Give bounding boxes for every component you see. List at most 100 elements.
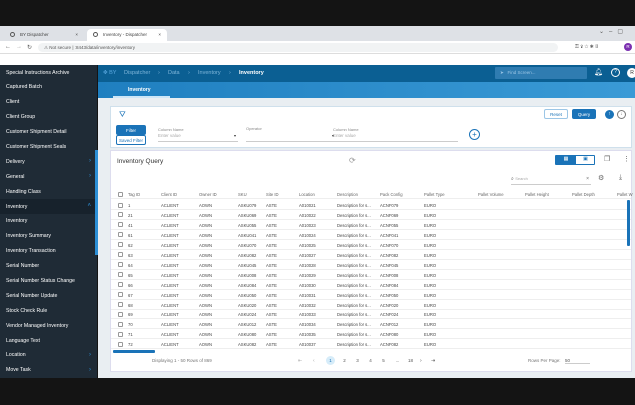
reset-button[interactable]: Reset [544,109,568,119]
breadcrumb-data[interactable]: Data [168,70,180,76]
sidebar-item[interactable]: General › [0,169,97,184]
row-checkbox[interactable] [118,341,123,347]
table-row[interactable]: 1 ACLIENT AOWN ASKU079 ASTE A010021 Descriptio… [111,200,631,210]
column-header[interactable]: Owner ID [199,192,217,197]
table-row[interactable]: 66 ACLIENT AOWN ASKU084 ASTE A010030 Descripti… [111,280,631,290]
column-header[interactable]: Tag ID [128,192,140,197]
url-input[interactable]: ⚠ Not secure | :8443/data/inventory/inve… [38,43,558,52]
column-header[interactable]: Description [337,192,358,197]
sidebar-item[interactable]: Inventory [0,214,97,229]
sidebar-item[interactable]: Serial Number Status Change [0,273,97,288]
table-row[interactable]: 69 ACLIENT AOWN ASKU024 ASTE A010033 Descripti… [111,309,631,320]
column-header[interactable]: Client ID [161,192,177,197]
page-button[interactable]: 4 [366,356,375,365]
help-icon[interactable]: ? [611,68,620,77]
sidebar-item[interactable]: Delivery › [0,154,97,169]
sidebar-item[interactable]: Location › [0,348,97,363]
browser-tab-active[interactable]: Inventory - Dispatcher × [87,29,167,41]
row-checkbox[interactable] [118,232,123,238]
rows-per-page-select[interactable]: 50 [565,358,590,364]
row-checkbox[interactable] [118,202,123,208]
browser-toolbar-icons[interactable]: ⚿ ⇪ ☆ ✱ ▯ [575,44,599,50]
reload-icon[interactable]: ↻ [27,44,32,51]
more-menu-icon[interactable]: ⋮ [623,155,630,163]
breadcrumb-dispatcher[interactable]: Dispatcher [124,70,150,76]
last-page-icon[interactable]: ⇥ [431,358,435,364]
column-name-select[interactable]: Enter value ▾ [158,133,238,142]
column-header[interactable]: Pallet Depth [572,192,595,197]
clear-search-icon[interactable]: × [586,176,589,182]
sidebar-item[interactable]: Move Task › [0,363,97,378]
row-checkbox[interactable] [118,242,123,248]
next-page-icon[interactable]: › [420,358,422,364]
table-row[interactable]: 70 ACLIENT AOWN ASKU012 ASTE A010034 Descripti… [111,319,631,330]
sidebar-item[interactable]: Customer Shipment Detail [0,125,97,140]
sidebar-item[interactable]: Vendor Managed Inventory [0,318,97,333]
back-icon[interactable]: ← [5,44,11,50]
grid-view-icon[interactable]: ▦ [556,156,576,164]
table-row[interactable]: 68 ACLIENT AOWN ASKU020 ASTE A010032 Descripti… [111,300,631,310]
column-header[interactable]: Pack Config [380,192,403,197]
row-checkbox[interactable] [118,321,123,327]
row-checkbox[interactable] [118,212,123,218]
operator-select[interactable]: ▾ [246,133,336,142]
row-checkbox[interactable] [118,292,123,298]
sidebar-item[interactable]: Language Text [0,333,97,348]
column-header[interactable]: Pallet Volume [478,192,504,197]
collapse-up-icon[interactable]: ↑ [605,110,614,119]
table-row[interactable]: 41 ACLIENT AOWN ASKU055 ASTE A010023 Descripti… [111,220,631,230]
sidebar-item[interactable]: Inventory Transaction [0,244,97,259]
sidebar-item[interactable]: Stock Check Rule [0,303,97,318]
copy-icon[interactable]: ❐ [604,155,610,163]
sidebar-item[interactable]: Inventory ˄ [0,199,97,214]
table-row[interactable]: 65 ACLIENT AOWN ASKU008 ASTE A010029 Descripti… [111,270,631,280]
query-button[interactable]: Query [572,109,596,119]
table-row[interactable]: 67 ACLIENT AOWN ASKU050 ASTE A010031 Descripti… [111,290,631,300]
close-tab-icon[interactable]: × [75,32,78,37]
column-header[interactable]: Pallet Type [424,192,445,197]
column-header[interactable]: SKU [238,192,247,197]
table-row[interactable]: 61 ACLIENT AOWN ASKU041 ASTE A010024 Descripti… [111,230,631,240]
page-button[interactable]: 2 [340,356,349,365]
row-checkbox[interactable] [118,262,123,268]
sidebar-item[interactable]: Captured Batch [0,80,97,95]
table-row[interactable]: 72 ACLIENT AOWN ASKU082 ASTE A010037 Descripti… [111,339,631,350]
vertical-scrollbar[interactable] [627,200,630,246]
table-row[interactable]: 71 ACLIENT AOWN ASKU080 ASTE A010035 Descripti… [111,329,631,340]
page-button[interactable]: ... [393,356,402,365]
user-avatar[interactable]: R [627,68,635,78]
table-row[interactable]: 21 ACLIENT AOWN ASKU069 ASTE A010022 Descripti… [111,210,631,220]
forward-icon[interactable]: → [16,44,22,50]
table-row[interactable]: 62 ACLIENT AOWN ASKU070 ASTE A010025 Descripti… [111,240,631,250]
page-button[interactable]: 1 [326,356,335,365]
first-page-icon[interactable]: ⇤ [298,358,302,364]
grid-search-input[interactable]: ⌕ Search × [511,176,591,185]
row-checkbox[interactable] [118,252,123,258]
bell-icon[interactable]: 🔔︎ [594,68,603,76]
saved-filter-button[interactable]: Saved Filter [116,135,146,145]
refresh-icon[interactable]: ⟳ [349,156,356,165]
add-condition-icon[interactable]: + [469,129,480,140]
row-checkbox[interactable] [118,272,123,278]
row-checkbox[interactable] [118,222,123,228]
sidebar-item[interactable]: Special Instructions Archive [0,65,97,80]
sidebar-item[interactable]: Client Group [0,110,97,125]
row-checkbox[interactable] [118,191,123,197]
table-row[interactable]: 63 ACLIENT AOWN ASKU082 ASTE A010027 Descripti… [111,250,631,260]
column-header[interactable]: Pallet Height [525,192,549,197]
filter-button[interactable]: Filter [116,125,146,135]
breadcrumb-inventory[interactable]: Inventory [198,70,221,76]
sidebar-item[interactable]: Handling Class [0,184,97,199]
column-header[interactable]: Site ID [266,192,279,197]
settings-icon[interactable]: ⚙ [598,174,604,182]
card-view-icon[interactable]: ▣ [576,156,595,164]
sidebar-item[interactable]: Inventory Summary [0,229,97,244]
sidebar-item[interactable]: Customer Shipment Seals [0,139,97,154]
sidebar-item[interactable]: Serial Number [0,259,97,274]
horizontal-scrollbar[interactable] [113,350,155,353]
value-input[interactable]: Enter value [333,133,458,142]
browser-tab[interactable]: BY Dispatcher × [4,29,84,41]
profile-avatar[interactable]: R [624,43,632,51]
row-checkbox[interactable] [118,331,123,337]
page-button[interactable]: 18 [406,356,415,365]
